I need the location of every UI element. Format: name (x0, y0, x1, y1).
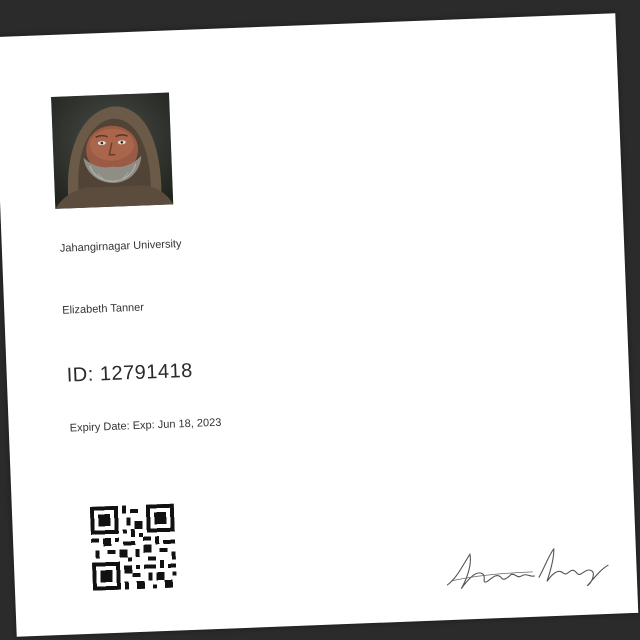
portrait-photo (51, 92, 174, 209)
signature-graphic (446, 547, 609, 589)
expiry-line: Expiry Date: Exp: Jun 18, 2023 (70, 417, 222, 435)
expiry-label: Expiry Date: (69, 420, 130, 435)
id-label: ID: (66, 363, 95, 387)
portrait-image (51, 92, 174, 209)
qr-code-graphic (89, 503, 177, 591)
id-number: 12791418 (99, 359, 194, 386)
qr-code-icon (89, 503, 177, 591)
expiry-value: Exp: Jun 18, 2023 (132, 416, 222, 433)
holder-name: Elizabeth Tanner (62, 301, 145, 317)
id-line: ID: 12791418 (66, 360, 193, 388)
university-name: Jahangirnagar University (59, 238, 182, 255)
signature (442, 539, 614, 595)
id-card: Jahangirnagar University Elizabeth Tanne… (0, 13, 639, 637)
